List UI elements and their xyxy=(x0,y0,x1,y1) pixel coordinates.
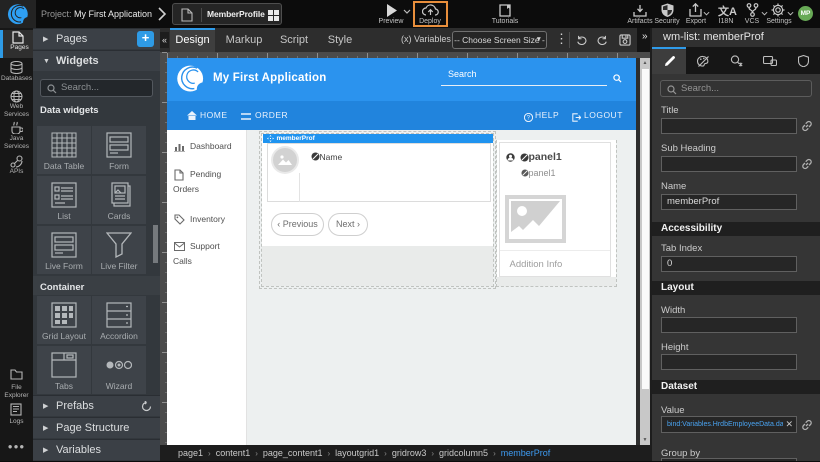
svg-text:?: ? xyxy=(527,114,531,121)
